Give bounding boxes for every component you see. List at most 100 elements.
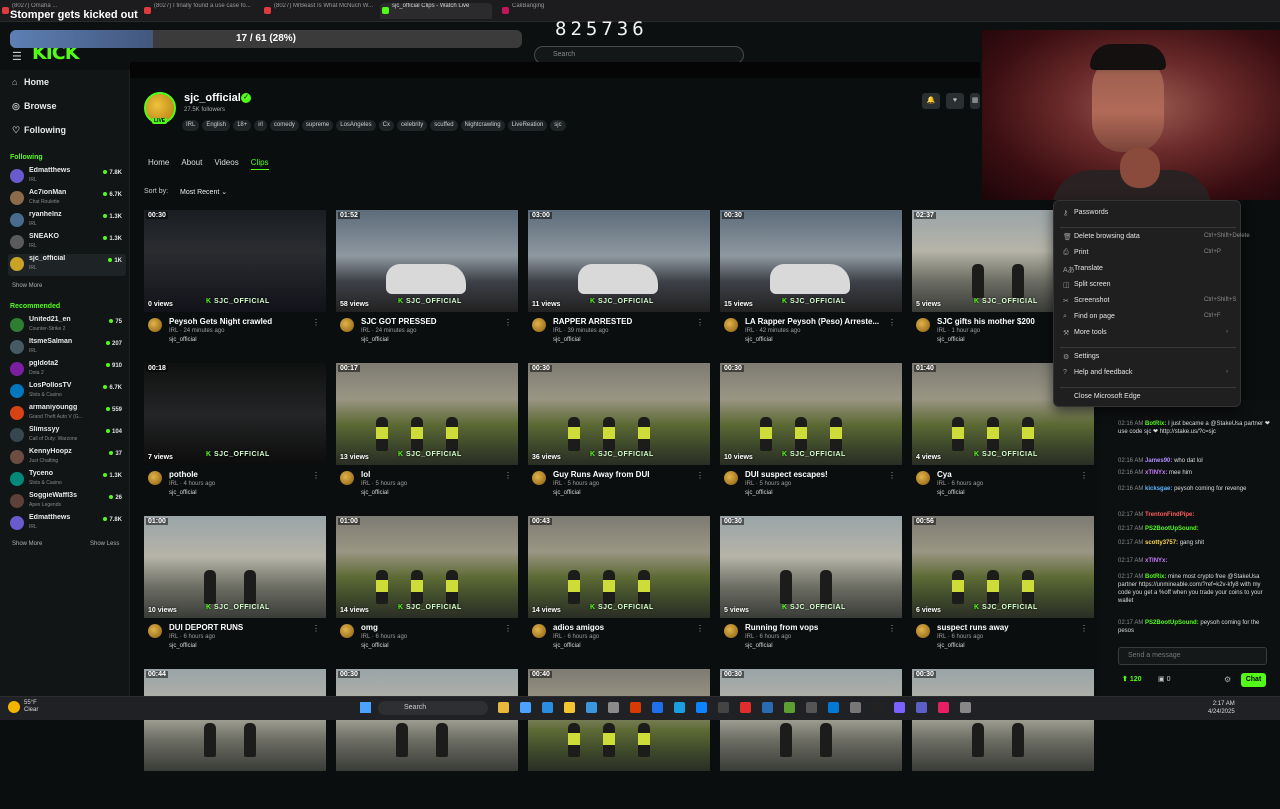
more-options-icon[interactable]: ⋮ (504, 624, 512, 633)
clip-owner[interactable]: sjc_official (745, 490, 773, 496)
channel-tag[interactable]: sjc (550, 120, 566, 131)
clip-card[interactable]: 00:30 (720, 669, 902, 809)
clip-card[interactable]: 00:56 6 views SJC_OFFICIALsuspect runs awa… (912, 516, 1094, 656)
clip-title[interactable]: RAPPER ARRESTED (553, 317, 701, 326)
chat-message-input[interactable]: Send a message (1118, 647, 1267, 665)
gift-icon[interactable]: ▦ (970, 93, 980, 109)
chat-username[interactable]: TrentonFindPipe: (1145, 512, 1194, 518)
chat-username[interactable]: PS2BootUpSound: (1145, 620, 1200, 626)
clip-title[interactable]: omg (361, 623, 509, 632)
taskbar-app-icon[interactable] (828, 702, 839, 713)
menu-item-find-on-page[interactable]: Find on page Ctrl+F (1074, 313, 1221, 320)
clip-card[interactable]: 00:30 0 views SJC_OFFICIAL Peysoh Gets Nigh… (144, 210, 326, 350)
clip-card[interactable]: 00:30 15 views SJC_OFFICIAL LA Rapper Peyso… (720, 210, 902, 350)
more-options-icon[interactable]: ⋮ (312, 471, 320, 480)
channel-tag[interactable]: Cx (378, 120, 394, 131)
clip-card[interactable]: 00:44 (144, 669, 326, 809)
clip-owner[interactable]: sjc_official (937, 337, 965, 343)
channel-tag[interactable]: LosAngeles (336, 120, 376, 131)
more-options-icon[interactable]: ⋮ (1080, 624, 1088, 633)
clip-owner[interactable]: sjc_official (553, 337, 581, 343)
chat-username[interactable]: kicksgae: (1145, 486, 1174, 492)
more-options-icon[interactable]: ⋮ (888, 471, 896, 480)
taskbar-app-icon[interactable] (652, 702, 663, 713)
clip-card[interactable]: 00:17 13 views SJC_OFFICIALlol IRL · 5 hour… (336, 363, 518, 503)
clip-title[interactable]: pothole (169, 470, 317, 479)
menu-item-delete-browsing-data[interactable]: Delete browsing data Ctrl+Shift+Delete (1074, 233, 1250, 240)
clip-title[interactable]: lol (361, 470, 509, 479)
sidebar-channel-ac7ionman[interactable]: Ac7ionMan Chat Roulette 6.7K (8, 188, 126, 210)
taskbar-app-icon[interactable] (696, 702, 707, 713)
sidebar-channel-united21_en[interactable]: United21_en Counter-Strike 2 75 (8, 315, 126, 337)
clip-title[interactable]: Running from vops (745, 623, 893, 632)
taskbar-app-icon[interactable] (806, 702, 817, 713)
menu-item-split-screen[interactable]: Split screen (1074, 281, 1111, 288)
taskbar-clock[interactable]: 2:17 AM 4/24/2025 (1208, 700, 1235, 716)
clip-owner[interactable]: sjc_official (937, 643, 965, 649)
taskbar-app-icon[interactable] (894, 702, 905, 713)
clip-owner[interactable]: sjc_official (937, 490, 965, 496)
channel-points[interactable]: ⬆ 120 (1122, 675, 1142, 683)
sidebar-channel-kennyhoopz[interactable]: KennyHoopz Just Chatting 37 (8, 447, 126, 469)
notification-bell-icon[interactable]: 🔔 (922, 93, 940, 109)
sidebar-channel-pgldota2[interactable]: pgldota2 Dota 2 910 (8, 359, 126, 381)
channel-tag[interactable]: scuffed (430, 120, 458, 131)
sidebar-channel-slimssyy[interactable]: Slimssyy Call of Duty: Warzone 104 (8, 425, 126, 447)
tab-about[interactable]: About (181, 158, 202, 167)
clip-owner[interactable]: sjc_official (361, 643, 389, 649)
taskbar-app-icon[interactable] (498, 702, 509, 713)
clip-thumbnail[interactable]: 00:30 (720, 669, 902, 771)
clip-title[interactable]: SJC GOT PRESSED (361, 317, 509, 326)
clip-card[interactable]: 00:30 5 views SJC_OFFICIAL Running from vop… (720, 516, 902, 656)
taskbar-app-icon[interactable] (718, 702, 729, 713)
clip-owner[interactable]: sjc_official (745, 643, 773, 649)
clip-owner[interactable]: sjc_official (553, 643, 581, 649)
secondary-points[interactable]: ▣ 0 (1158, 675, 1170, 683)
clip-card[interactable]: 01:00 10 views SJC_OFFICIAL DUI DEPORT RUNS… (144, 516, 326, 656)
more-options-icon[interactable]: ⋮ (504, 471, 512, 480)
clip-thumbnail[interactable]: 00:44 (144, 669, 326, 771)
more-options-icon[interactable]: ⋮ (696, 471, 704, 480)
show-less-link[interactable]: Show Less (90, 541, 119, 547)
clip-thumbnail[interactable]: 00:30 10 views SJC_OFFICIAL (720, 363, 902, 465)
clip-thumbnail[interactable]: 00:30 36 views SJC_OFFICIAL (528, 363, 710, 465)
menu-item-settings[interactable]: Settings (1074, 353, 1099, 360)
sidebar-channel-armaniyoungg[interactable]: armaniyoungg Grand Theft Auto V (G... 559 (8, 403, 126, 425)
clip-title[interactable]: adios amigos (553, 623, 701, 632)
more-options-icon[interactable]: ⋮ (312, 624, 320, 633)
clip-title[interactable]: LA Rapper Peysoh (Peso) Arreste... (745, 317, 893, 326)
windows-start-icon[interactable] (360, 702, 371, 713)
show-more-link[interactable]: Show More (12, 283, 42, 289)
taskbar-app-icon[interactable] (630, 702, 641, 713)
clip-thumbnail[interactable]: 00:43 14 views SJC_OFFICIAL (528, 516, 710, 618)
channel-tag[interactable]: Nightcrawling (460, 120, 505, 131)
taskbar-app-icon[interactable] (850, 702, 861, 713)
clip-owner[interactable]: sjc_official (169, 337, 197, 343)
channel-tag[interactable]: LiveReation (507, 120, 548, 131)
clip-card[interactable]: 01:00 14 views SJC_OFFICIALomg IRL · 6 hour… (336, 516, 518, 656)
browser-tab[interactable]: (8027) I finally found a use case fo... (142, 3, 252, 19)
chat-username[interactable]: BotRix: (1145, 574, 1168, 580)
taskbar-app-icon[interactable] (762, 702, 773, 713)
clip-thumbnail[interactable]: 00:30 (912, 669, 1094, 771)
tab-videos[interactable]: Videos (214, 158, 238, 167)
clip-title[interactable]: Peysoh Gets Night crawled (169, 317, 317, 326)
clip-thumbnail[interactable]: 00:30 (336, 669, 518, 771)
taskbar-app-icon[interactable] (674, 702, 685, 713)
clip-thumbnail[interactable]: 00:17 13 views SJC_OFFICIAL (336, 363, 518, 465)
sidebar-channel-sneako[interactable]: SNEAKO IRL 1.3K (8, 232, 126, 254)
clip-thumbnail[interactable]: 00:30 0 views SJC_OFFICIAL (144, 210, 326, 312)
clip-owner[interactable]: sjc_official (745, 337, 773, 343)
chat-username[interactable]: xTINYx: (1145, 470, 1169, 476)
clip-thumbnail[interactable]: 00:40 (528, 669, 710, 771)
taskbar-app-icon[interactable] (938, 702, 949, 713)
sidebar-channel-lospollostv[interactable]: LosPollosTV Slots & Casino 6.7K (8, 381, 126, 403)
clip-owner[interactable]: sjc_official (169, 643, 197, 649)
clip-card[interactable]: 00:43 14 views SJC_OFFICIALadios amigos IRL… (528, 516, 710, 656)
clip-card[interactable]: 00:30 (336, 669, 518, 809)
sidebar-nav-browse[interactable]: ◎ Browse (12, 101, 57, 112)
clip-title[interactable]: DUI suspect escapes! (745, 470, 893, 479)
channel-tag[interactable]: irl (254, 120, 267, 131)
taskbar-app-icon[interactable] (542, 702, 553, 713)
sidebar-channel-tyceno[interactable]: Tyceno Slots & Casino 1.3K (8, 469, 126, 491)
